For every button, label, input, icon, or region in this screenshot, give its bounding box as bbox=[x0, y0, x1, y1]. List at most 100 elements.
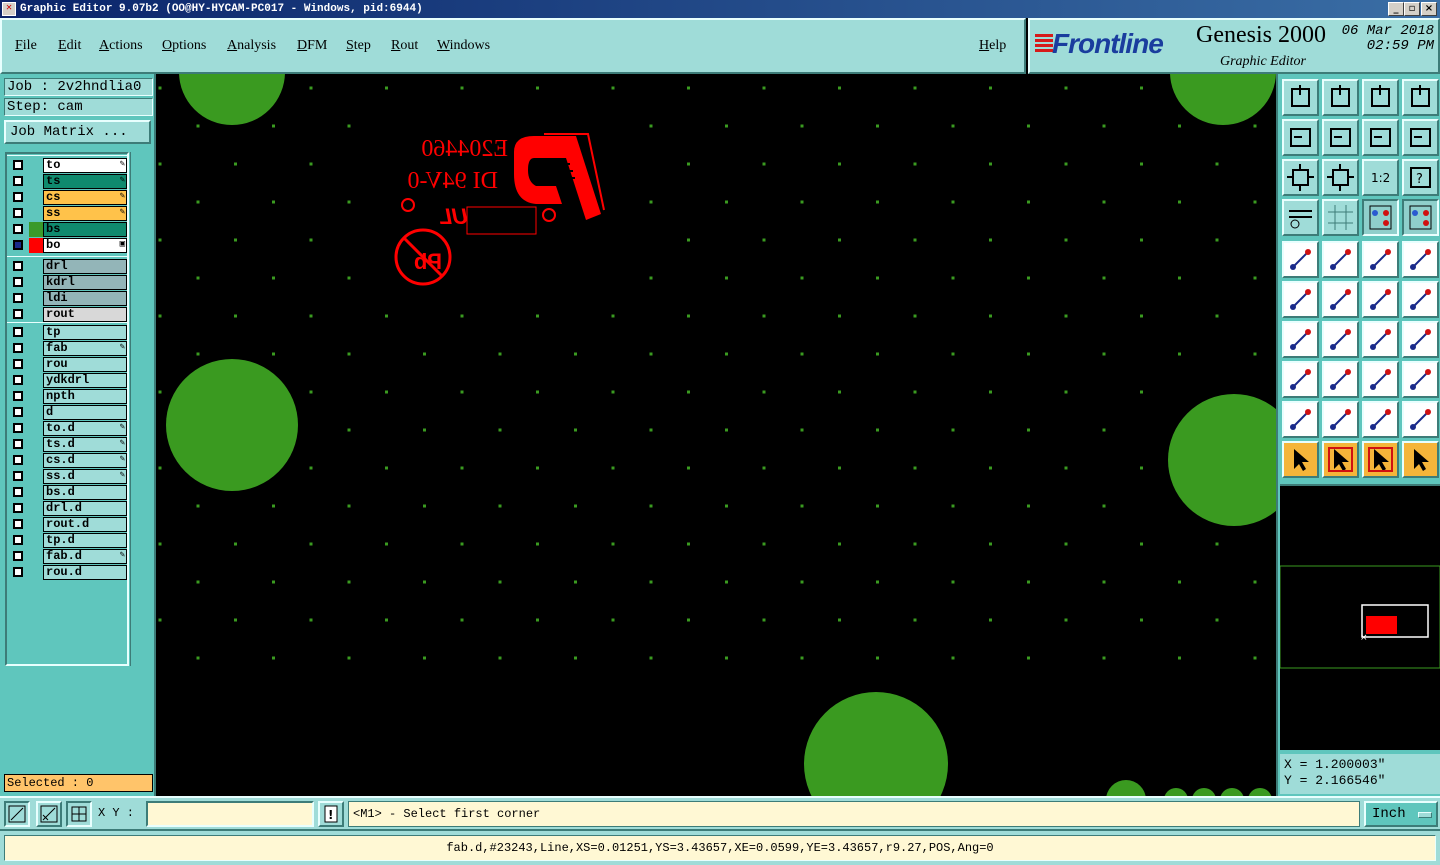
layer-name[interactable]: bs bbox=[43, 222, 127, 237]
measure-icon[interactable] bbox=[36, 801, 62, 827]
layer-row[interactable]: fab.d ✎ bbox=[9, 549, 127, 564]
layer-list-scrollbar[interactable] bbox=[130, 152, 152, 666]
layer-row[interactable]: ldi bbox=[9, 291, 127, 306]
layer-name[interactable]: ldi bbox=[43, 291, 127, 306]
layer-name[interactable]: rou bbox=[43, 357, 127, 372]
layer-name[interactable]: ss.d bbox=[43, 469, 127, 484]
silkscreen-markings[interactable]: E204460 DI 94V-0 UL Pb bbox=[394, 133, 605, 286]
layer-name[interactable]: to bbox=[43, 158, 127, 173]
layer-checkbox[interactable] bbox=[13, 309, 23, 319]
layer-name[interactable]: drl bbox=[43, 259, 127, 274]
move-point-icon[interactable] bbox=[1362, 281, 1399, 318]
grid-icon[interactable] bbox=[66, 801, 92, 827]
pad-bottom-small-3[interactable] bbox=[1192, 788, 1216, 796]
menu-edit[interactable]: Edit bbox=[58, 38, 81, 54]
layer-name[interactable]: to.d bbox=[43, 421, 127, 436]
layer-row[interactable]: ss ✎ bbox=[9, 206, 127, 221]
layer-row[interactable]: d bbox=[9, 405, 127, 420]
layer-row[interactable]: ts.d ✎ bbox=[9, 437, 127, 452]
menu-analysis[interactable]: Analysis bbox=[227, 38, 276, 54]
menu-file[interactable]: File bbox=[15, 38, 37, 54]
layer-name[interactable]: rout.d bbox=[43, 517, 127, 532]
layer-name[interactable]: fab.d bbox=[43, 549, 127, 564]
layer-checkbox[interactable] bbox=[13, 160, 23, 170]
pad-bottom-small-1[interactable] bbox=[1106, 780, 1146, 796]
zoom-home-icon[interactable] bbox=[1282, 79, 1319, 116]
layer-row[interactable]: bo ▣ bbox=[9, 238, 127, 253]
layer-row[interactable]: bs bbox=[9, 222, 127, 237]
triangle-c-icon[interactable] bbox=[1402, 401, 1439, 438]
zoom-down-icon[interactable] bbox=[1322, 79, 1359, 116]
menu-windows[interactable]: Windows bbox=[437, 38, 490, 54]
layer-row[interactable]: ydkdrl bbox=[9, 373, 127, 388]
layer-checkbox[interactable] bbox=[13, 535, 23, 545]
arc-icon[interactable] bbox=[1362, 321, 1399, 358]
select-net-icon[interactable] bbox=[1402, 441, 1439, 478]
app-icon[interactable]: ✕ bbox=[2, 2, 16, 16]
text-icon[interactable] bbox=[1402, 321, 1439, 358]
layer-stack-icon[interactable] bbox=[1362, 199, 1399, 236]
layer-name[interactable]: ts.d bbox=[43, 437, 127, 452]
cross-icon[interactable] bbox=[1322, 281, 1359, 318]
layer-name[interactable]: tp bbox=[43, 325, 127, 340]
menu-help[interactable]: Help bbox=[979, 38, 1006, 54]
flip-icon[interactable] bbox=[1362, 119, 1399, 156]
layer-row[interactable]: rou bbox=[9, 357, 127, 372]
graphic-canvas[interactable]: E204460 DI 94V-0 UL Pb bbox=[156, 74, 1276, 796]
layer-row[interactable]: kdrl bbox=[9, 275, 127, 290]
menu-rout[interactable]: Rout bbox=[391, 38, 418, 54]
layer-row[interactable]: cs ✎ bbox=[9, 190, 127, 205]
minimize-button[interactable]: _ bbox=[1388, 2, 1404, 16]
pad-bottom-small-4[interactable] bbox=[1220, 788, 1244, 796]
layer-name[interactable]: cs bbox=[43, 190, 127, 205]
layer-row[interactable]: tp.d bbox=[9, 533, 127, 548]
line-icon[interactable] bbox=[1322, 361, 1359, 398]
select-box-icon[interactable] bbox=[1322, 441, 1359, 478]
layer-checkbox[interactable] bbox=[13, 208, 23, 218]
layer-checkbox[interactable] bbox=[13, 519, 23, 529]
copy-icon[interactable] bbox=[1402, 361, 1439, 398]
grid-icon[interactable] bbox=[1322, 199, 1359, 236]
layer-name[interactable]: npth bbox=[43, 389, 127, 404]
layer-row[interactable]: bs.d bbox=[9, 485, 127, 500]
xy-input[interactable] bbox=[146, 801, 314, 827]
layer-checkbox[interactable] bbox=[13, 455, 23, 465]
maximize-button[interactable]: ▫ bbox=[1404, 2, 1420, 16]
triangle-icon[interactable] bbox=[1282, 401, 1319, 438]
layer-name[interactable]: ts bbox=[43, 174, 127, 189]
layer-row[interactable]: drl.d bbox=[9, 501, 127, 516]
layer-checkbox[interactable] bbox=[13, 375, 23, 385]
zoom-fit-icon[interactable] bbox=[1322, 159, 1359, 196]
layer-name[interactable]: kdrl bbox=[43, 275, 127, 290]
layer-checkbox[interactable] bbox=[13, 240, 23, 250]
layer-checkbox[interactable] bbox=[13, 359, 23, 369]
menu-step[interactable]: Step bbox=[346, 38, 371, 54]
pad-right[interactable] bbox=[1168, 394, 1276, 526]
layer-row[interactable]: rou.d bbox=[9, 565, 127, 580]
layer-checkbox[interactable] bbox=[13, 224, 23, 234]
layer-name[interactable]: ss bbox=[43, 206, 127, 221]
triangle-a-icon[interactable] bbox=[1322, 401, 1359, 438]
layer-name[interactable]: d bbox=[43, 405, 127, 420]
layer-checkbox[interactable] bbox=[13, 471, 23, 481]
layer-name[interactable]: bs.d bbox=[43, 485, 127, 500]
pad-bottom-small-5[interactable] bbox=[1248, 788, 1272, 796]
layer-name[interactable]: drl.d bbox=[43, 501, 127, 516]
layer-checkbox[interactable] bbox=[13, 261, 23, 271]
units-select[interactable]: Inch bbox=[1364, 801, 1438, 827]
layer-row[interactable]: rout bbox=[9, 307, 127, 322]
pan-right-icon[interactable] bbox=[1322, 119, 1359, 156]
layer-checkbox[interactable] bbox=[13, 343, 23, 353]
menu-options[interactable]: Options bbox=[162, 38, 206, 54]
menu-dfm[interactable]: DFM bbox=[297, 38, 327, 54]
layer-row[interactable]: rout.d bbox=[9, 517, 127, 532]
pad-left[interactable] bbox=[166, 359, 298, 491]
layer-checkbox[interactable] bbox=[13, 423, 23, 433]
layer-checkbox[interactable] bbox=[13, 407, 23, 417]
angle-icon[interactable] bbox=[1282, 321, 1319, 358]
alert-icon[interactable]: ! bbox=[318, 801, 344, 827]
layer-checkbox[interactable] bbox=[13, 293, 23, 303]
layer-name[interactable]: bo bbox=[43, 238, 127, 253]
pad-top-left[interactable] bbox=[179, 74, 285, 125]
triangle-b-icon[interactable] bbox=[1362, 401, 1399, 438]
